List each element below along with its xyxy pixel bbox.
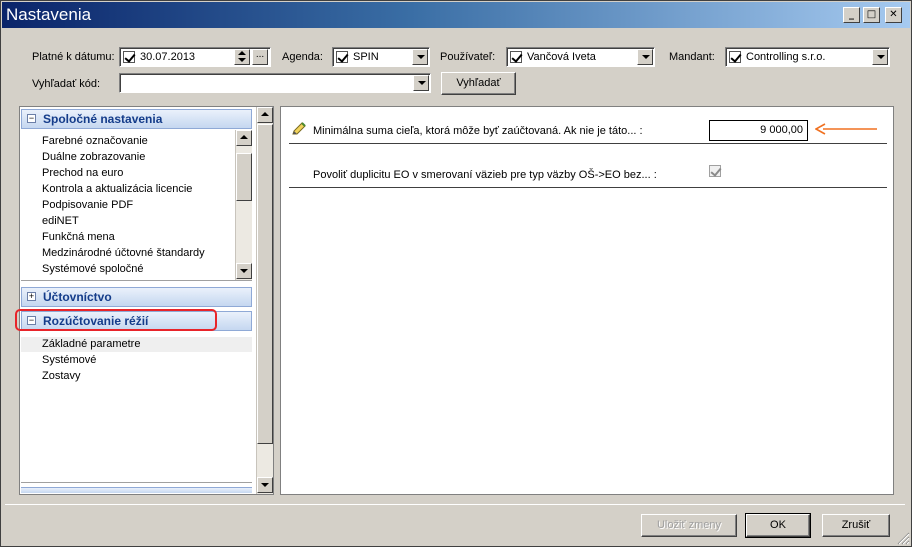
list-item[interactable]: Medzinárodné účtovné štandardy bbox=[42, 247, 205, 259]
mandant-value: Controlling s.r.o. bbox=[746, 51, 826, 63]
min-sum-input[interactable]: 9 000,00 bbox=[709, 120, 808, 141]
settings-tree-panel: − Spoločné nastavenia Farebné označovani… bbox=[19, 106, 274, 495]
chevron-down-icon[interactable] bbox=[637, 49, 653, 65]
scroll-up-icon[interactable] bbox=[236, 130, 252, 146]
search-button[interactable]: Vyhľadať bbox=[441, 72, 516, 95]
list-item[interactable]: Podpisovanie PDF bbox=[42, 199, 133, 211]
list-item[interactable]: Farebné označovanie bbox=[42, 135, 148, 147]
user-select[interactable]: Vančová Iveta bbox=[506, 47, 655, 67]
list-item[interactable]: Systémové spoločné bbox=[42, 263, 144, 275]
group-label: Účtovníctvo bbox=[43, 290, 112, 304]
minimize-button[interactable]: _ bbox=[843, 7, 860, 23]
duplicity-checkbox[interactable] bbox=[709, 165, 721, 177]
date-spinner[interactable] bbox=[234, 49, 250, 65]
list-item[interactable]: Zostavy bbox=[42, 370, 81, 382]
title-bar: Nastavenia _ □ ✕ bbox=[2, 2, 910, 28]
group-list-rozuctovanie: Základné parametre Systémové Zostavy bbox=[21, 335, 252, 483]
settings-window: Nastavenia _ □ ✕ Platné k dátumu: 30.07.… bbox=[0, 0, 912, 547]
list-item-selected[interactable]: Základné parametre bbox=[42, 338, 140, 350]
expand-icon[interactable]: + bbox=[27, 292, 36, 301]
list-item[interactable]: Kontrola a aktualizácia licencie bbox=[42, 183, 192, 195]
list-item[interactable]: Prechod na euro bbox=[42, 167, 123, 179]
chevron-down-icon[interactable] bbox=[413, 75, 429, 91]
agenda-enabled-checkbox[interactable] bbox=[336, 51, 348, 63]
settings-detail-panel: Minimálna suma cieľa, ktorá môže byť zaú… bbox=[280, 106, 894, 495]
list-item[interactable]: Duálne zobrazovanie bbox=[42, 151, 145, 163]
group-label: Spoločné nastavenia bbox=[43, 112, 163, 126]
chevron-down-icon[interactable] bbox=[412, 49, 428, 65]
search-label: Vyhľadať kód: bbox=[32, 78, 101, 90]
mandant-select[interactable]: Controlling s.r.o. bbox=[725, 47, 890, 67]
highlight-box bbox=[15, 309, 217, 331]
scroll-down-icon[interactable] bbox=[236, 263, 252, 279]
duplicity-label: Povoliť duplicitu EO v smerovaní väzieb … bbox=[313, 169, 657, 181]
collapse-icon[interactable]: − bbox=[27, 114, 36, 123]
user-value: Vančová Iveta bbox=[527, 51, 596, 63]
panel-scrollbar[interactable] bbox=[256, 107, 273, 494]
row-divider bbox=[289, 187, 887, 188]
maximize-button[interactable]: □ bbox=[863, 7, 880, 23]
scroll-thumb[interactable] bbox=[257, 124, 273, 444]
row-divider bbox=[289, 143, 887, 144]
save-button[interactable]: Uložiť zmeny bbox=[641, 514, 737, 537]
group-header-spolocne[interactable]: − Spoločné nastavenia bbox=[21, 109, 252, 129]
date-value: 30.07.2013 bbox=[140, 51, 196, 63]
min-sum-label: Minimálna suma cieľa, ktorá môže byť zaú… bbox=[313, 125, 643, 137]
scroll-thumb[interactable] bbox=[236, 153, 252, 201]
scroll-up-icon[interactable] bbox=[257, 107, 273, 123]
spin-down-icon[interactable] bbox=[238, 58, 246, 62]
cancel-button[interactable]: Zrušiť bbox=[822, 514, 890, 537]
arrow-left-icon bbox=[815, 123, 877, 135]
window-title: Nastavenia bbox=[6, 5, 92, 24]
search-input[interactable] bbox=[119, 73, 431, 93]
agenda-label: Agenda: bbox=[282, 51, 323, 63]
user-enabled-checkbox[interactable] bbox=[510, 51, 522, 63]
date-picker-button[interactable]: ... bbox=[252, 49, 268, 65]
min-sum-value: 9 000,00 bbox=[760, 124, 803, 136]
chevron-down-icon[interactable] bbox=[872, 49, 888, 65]
group-list-spolocne: Farebné označovanie Duálne zobrazovanie … bbox=[21, 130, 252, 281]
pencil-icon bbox=[292, 122, 306, 135]
date-label: Platné k dátumu: bbox=[32, 51, 115, 63]
ok-button[interactable]: OK bbox=[745, 513, 811, 538]
group-header-uctovnictvo[interactable]: + Účtovníctvo bbox=[21, 287, 252, 307]
list-item[interactable]: Systémové bbox=[42, 354, 96, 366]
scroll-down-icon[interactable] bbox=[257, 477, 273, 493]
agenda-value: SPIN bbox=[353, 51, 379, 63]
mandant-enabled-checkbox[interactable] bbox=[729, 51, 741, 63]
list-item[interactable]: ediNET bbox=[42, 215, 79, 227]
resize-grip-icon[interactable] bbox=[896, 531, 910, 545]
user-label: Používateľ: bbox=[440, 51, 496, 63]
group-header-next[interactable] bbox=[21, 487, 252, 493]
inner-scrollbar[interactable] bbox=[235, 130, 252, 280]
spin-up-icon[interactable] bbox=[238, 51, 246, 55]
date-enabled-checkbox[interactable] bbox=[123, 51, 135, 63]
date-field[interactable]: 30.07.2013 ... bbox=[119, 47, 271, 67]
footer-divider bbox=[5, 504, 905, 505]
agenda-select[interactable]: SPIN bbox=[332, 47, 430, 67]
close-button[interactable]: ✕ bbox=[885, 7, 902, 23]
list-item[interactable]: Funkčná mena bbox=[42, 231, 115, 243]
mandant-label: Mandant: bbox=[669, 51, 715, 63]
